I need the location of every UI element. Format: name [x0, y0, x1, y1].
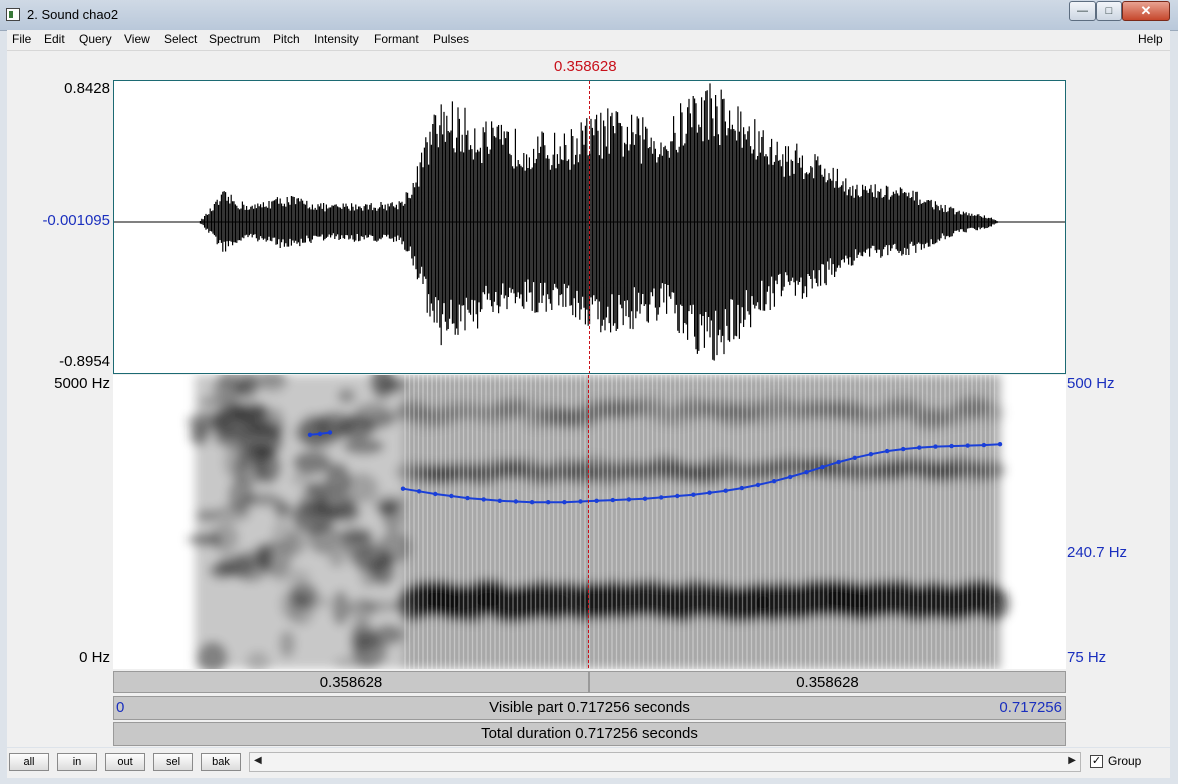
- visible-part-bar[interactable]: 0 Visible part 0.717256 seconds 0.717256: [113, 696, 1066, 720]
- pitch-point: [901, 446, 906, 452]
- pitch-blip-point: [317, 431, 323, 437]
- zoom-selection-button[interactable]: sel: [153, 753, 193, 771]
- app-icon: [6, 8, 20, 21]
- pitch-bottom-label: 75 Hz: [1067, 649, 1107, 666]
- pitch-point: [481, 497, 486, 502]
- menu-spectrum[interactable]: Spectrum: [209, 32, 260, 46]
- scroll-right-icon[interactable]: ▶: [1068, 755, 1076, 766]
- spectrogram-panel[interactable]: [113, 375, 1066, 669]
- pitch-point: [626, 497, 632, 502]
- horizontal-scrollbar[interactable]: ◀ ▶: [249, 752, 1081, 772]
- pitch-point: [965, 443, 970, 448]
- pitch-point: [788, 474, 793, 480]
- zoom-in-button[interactable]: in: [57, 753, 97, 771]
- pitch-point: [852, 455, 857, 460]
- scroll-left-icon[interactable]: ◀: [254, 755, 262, 766]
- pitch-point: [739, 485, 744, 491]
- total-duration-label: Total duration 0.717256 seconds: [481, 725, 698, 742]
- visible-end: 0.717256: [999, 699, 1062, 716]
- pitch-point: [755, 482, 761, 488]
- pitch-point: [707, 490, 712, 495]
- menu-formant[interactable]: Formant: [374, 32, 419, 46]
- pitch-point: [771, 479, 777, 484]
- pitch-point: [691, 492, 696, 497]
- minimize-button[interactable]: —: [1069, 1, 1096, 21]
- pitch-point: [433, 491, 438, 497]
- pitch-blip-point: [327, 430, 333, 435]
- wave-y-min: -0.8954: [59, 353, 110, 370]
- time-bar-left[interactable]: 0.358628: [113, 671, 589, 693]
- zoom-back-button[interactable]: bak: [201, 753, 241, 771]
- title-bar[interactable]: 2. Sound chao2 — □ ✕: [0, 0, 1178, 31]
- spec-freq-top: 5000 Hz: [54, 375, 110, 392]
- wave-y-center: -0.001095: [42, 212, 110, 229]
- pitch-point: [465, 495, 470, 501]
- menu-pitch[interactable]: Pitch: [273, 32, 300, 46]
- pitch-point: [513, 499, 519, 504]
- waveform-panel[interactable]: [113, 80, 1066, 374]
- pitch-point: [917, 445, 922, 450]
- pitch-blip-point: [307, 432, 313, 437]
- window-title: 2. Sound chao2: [27, 7, 119, 22]
- zoom-out-button[interactable]: out: [105, 753, 145, 771]
- pitch-point: [594, 498, 599, 503]
- pitch-point: [723, 488, 728, 493]
- menu-bar: File Edit Query View Select Spectrum Pit…: [7, 30, 1170, 51]
- menu-view[interactable]: View: [124, 32, 150, 46]
- pitch-point: [981, 442, 987, 448]
- maximize-button[interactable]: □: [1096, 1, 1122, 21]
- time-bar-right[interactable]: 0.358628: [589, 671, 1066, 693]
- pitch-point: [997, 442, 1003, 447]
- visible-part-label: Visible part 0.717256 seconds: [489, 699, 690, 716]
- pitch-point: [659, 495, 664, 500]
- menu-file[interactable]: File: [12, 32, 31, 46]
- pitch-point: [610, 497, 615, 503]
- cursor-time-label: 0.358628: [554, 58, 617, 75]
- pitch-point: [820, 464, 825, 470]
- pitch-point: [546, 500, 551, 505]
- pitch-point: [400, 486, 406, 491]
- pitch-point: [836, 459, 841, 465]
- pitch-point: [949, 443, 954, 449]
- pitch-point: [884, 448, 890, 454]
- total-duration-bar[interactable]: Total duration 0.717256 seconds: [113, 722, 1066, 746]
- pitch-point: [642, 496, 648, 501]
- waveform-plot: [114, 81, 1065, 373]
- pitch-point: [497, 498, 502, 503]
- pitch-point: [562, 500, 567, 505]
- pitch-point: [449, 493, 454, 499]
- wave-y-max: 0.8428: [64, 80, 110, 97]
- all-button[interactable]: all: [9, 753, 49, 771]
- pitch-cursor-label: 240.7 Hz: [1067, 544, 1128, 561]
- pitch-point: [868, 452, 874, 457]
- pitch-point: [416, 489, 422, 494]
- pitch-top-label: 500 Hz: [1067, 375, 1115, 392]
- pitch-point: [675, 493, 680, 499]
- menu-help[interactable]: Help: [1138, 32, 1163, 46]
- menu-edit[interactable]: Edit: [44, 32, 65, 46]
- menu-intensity[interactable]: Intensity: [314, 32, 359, 46]
- pitch-point: [804, 470, 809, 475]
- pitch-point: [933, 444, 938, 449]
- pitch-point: [578, 499, 583, 504]
- menu-select[interactable]: Select: [164, 32, 197, 46]
- spectrogram-plot: [187, 375, 1009, 669]
- group-checkbox[interactable]: ✓: [1090, 755, 1103, 768]
- close-button[interactable]: ✕: [1122, 1, 1170, 21]
- group-label: Group: [1108, 754, 1142, 768]
- praat-sound-window: 2. Sound chao2 — □ ✕ File Edit Query Vie…: [0, 0, 1178, 784]
- spec-freq-bottom: 0 Hz: [79, 649, 110, 666]
- pitch-point: [529, 500, 535, 505]
- menu-pulses[interactable]: Pulses: [433, 32, 469, 46]
- menu-query[interactable]: Query: [79, 32, 112, 46]
